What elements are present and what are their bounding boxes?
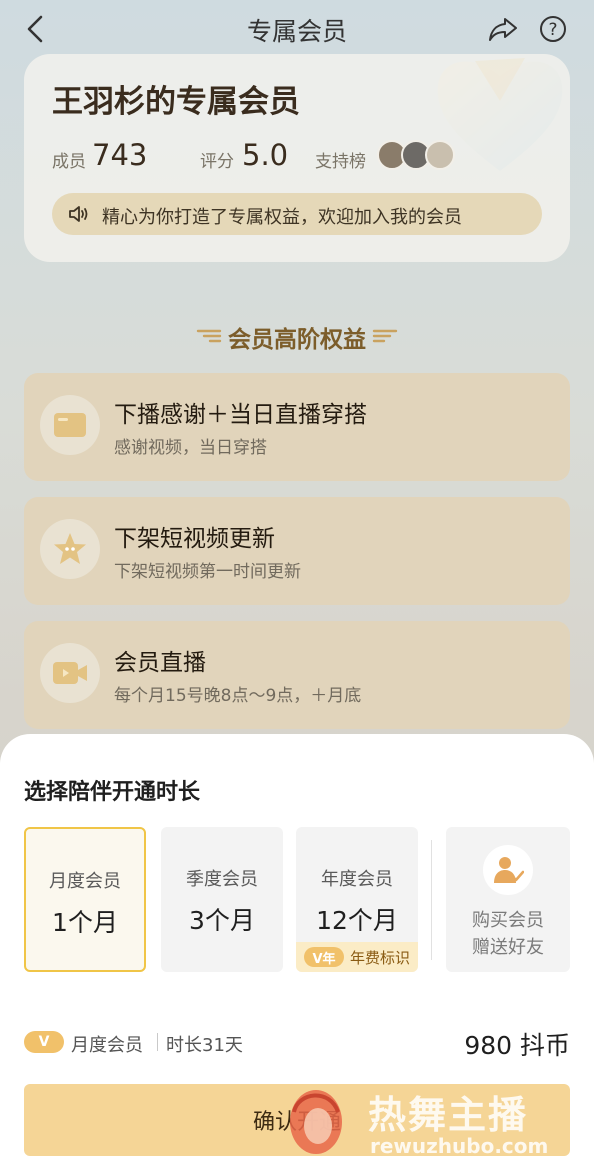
- members-label: 成员: [52, 152, 86, 172]
- star-icon: [40, 519, 100, 579]
- benefit-title: 下播感谢＋当日直播穿搭: [114, 402, 367, 428]
- member-title: 王羽杉的专属会员: [52, 84, 300, 120]
- confirm-button[interactable]: 确认开通: [24, 1084, 570, 1156]
- avatar: [425, 140, 455, 170]
- notice-banner: 精心为你打造了专属权益，欢迎加入我的会员: [52, 193, 542, 235]
- member-card: 王羽杉的专属会员 成员 743 评分 5.0 支持榜 精心为你打造了专属权益，欢…: [24, 54, 570, 262]
- annual-badge: V年 年费标识: [296, 942, 418, 972]
- notice-text: 精心为你打造了专属权益，欢迎加入我的会员: [102, 207, 462, 228]
- gift-label-line1: 购买会员: [472, 910, 544, 931]
- help-button[interactable]: ?: [538, 12, 568, 46]
- benefit-item[interactable]: 会员直播 每个月15号晚8点～9点，＋月底: [24, 621, 570, 729]
- plan-option-monthly[interactable]: 月度会员 1个月: [24, 827, 146, 972]
- plan-name: 季度会员: [186, 869, 258, 890]
- gift-label-line2: 赠送好友: [472, 937, 544, 958]
- speaker-icon: [69, 206, 88, 222]
- benefit-desc: 感谢视频，当日穿搭: [114, 438, 267, 458]
- vip-tag: V: [24, 1031, 64, 1053]
- divider: [431, 840, 432, 960]
- confirm-label: 确认开通: [252, 1110, 341, 1135]
- benefit-title: 会员直播: [114, 650, 206, 676]
- rating-value: 5.0: [242, 138, 289, 172]
- summary-duration: 时长31天: [166, 1035, 243, 1056]
- benefit-title: 下架短视频更新: [114, 526, 275, 552]
- support-avatars[interactable]: [377, 140, 457, 172]
- rating-label: 评分: [200, 152, 234, 172]
- share-button[interactable]: [486, 12, 520, 46]
- plan-name: 月度会员: [49, 871, 121, 892]
- benefits-header: 会员高阶权益: [0, 318, 594, 353]
- sheet-title: 选择陪伴开通时长: [24, 780, 201, 805]
- benefit-item[interactable]: 下播感谢＋当日直播穿搭 感谢视频，当日穿搭: [24, 373, 570, 481]
- annual-badge-tag: V年: [303, 947, 344, 967]
- gift-membership-button[interactable]: 购买会员 赠送好友: [446, 827, 570, 972]
- members-count: 743: [92, 138, 148, 172]
- plan-duration: 3个月: [189, 906, 255, 935]
- share-icon: [489, 18, 517, 41]
- benefit-item[interactable]: 下架短视频更新 下架短视频第一时间更新: [24, 497, 570, 605]
- live-video-icon: [40, 643, 100, 703]
- gift-user-icon: [483, 845, 533, 895]
- plan-duration: 12个月: [316, 906, 398, 935]
- title-deco-icon: [196, 329, 222, 343]
- stats-row: 成员 743 评分 5.0 支持榜: [52, 138, 552, 172]
- title-deco-icon: [372, 329, 398, 343]
- summary-price: 980 抖币: [464, 1031, 570, 1060]
- benefit-desc: 下架短视频第一时间更新: [114, 562, 301, 582]
- card-icon: [40, 395, 100, 455]
- benefit-desc: 每个月15号晚8点～9点，＋月底: [114, 686, 362, 706]
- plan-option-quarterly[interactable]: 季度会员 3个月: [161, 827, 283, 972]
- summary-divider: [157, 1033, 158, 1051]
- benefits-title: 会员高阶权益: [228, 327, 366, 353]
- plan-duration: 1个月: [52, 908, 118, 937]
- purchase-sheet: 选择陪伴开通时长 月度会员 1个月 季度会员 3个月 年度会员 12个月 V年 …: [0, 734, 594, 1175]
- svg-text:?: ?: [548, 20, 557, 40]
- order-summary: V 月度会员 时长31天 980 抖币: [24, 1026, 570, 1060]
- annual-badge-text: 年费标识: [349, 948, 410, 967]
- summary-plan: 月度会员: [71, 1035, 143, 1056]
- plan-name: 年度会员: [321, 869, 393, 890]
- plan-option-yearly[interactable]: 年度会员 12个月 V年 年费标识: [296, 827, 418, 972]
- support-label[interactable]: 支持榜: [315, 147, 366, 172]
- help-circle-icon: ?: [540, 16, 566, 42]
